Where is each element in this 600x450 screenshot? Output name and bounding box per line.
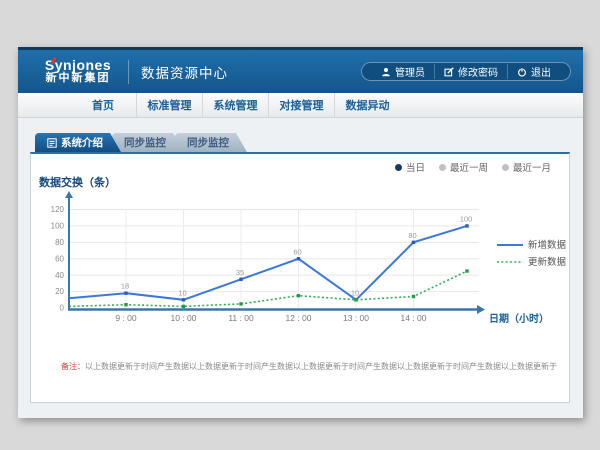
page-title: 数据资源中心 xyxy=(141,62,228,82)
nav-item[interactable]: 数据异动 xyxy=(334,93,400,117)
tab[interactable]: 同步监控 xyxy=(112,133,184,152)
svg-text:12 : 00: 12 : 00 xyxy=(286,313,312,323)
radio-dot-icon xyxy=(395,164,402,171)
desktop-background: Synjones 新中新集团 数据资源中心 管理员修改密码退出 首页标准管理系统… xyxy=(0,0,600,450)
user-button[interactable]: 管理员 xyxy=(372,64,434,79)
nav-item[interactable]: 对接管理 xyxy=(268,93,334,117)
svg-text:10: 10 xyxy=(178,288,186,297)
radio-option[interactable]: 当日 xyxy=(395,160,425,174)
footer-note: 备注：以上数据更新于时间产生数据以上数据更新于时间产生数据以上数据更新于时间产生… xyxy=(61,361,559,372)
header-divider xyxy=(128,60,129,84)
svg-text:11 : 00: 11 : 00 xyxy=(228,313,254,323)
power-icon xyxy=(517,67,527,77)
svg-text:100: 100 xyxy=(51,222,65,231)
svg-text:日期（小时）: 日期（小时） xyxy=(489,312,549,325)
svg-text:18: 18 xyxy=(121,282,129,291)
edit-icon xyxy=(444,67,454,77)
logo-text-en: Synjones xyxy=(38,58,118,73)
logout-button[interactable]: 退出 xyxy=(507,64,560,79)
svg-text:13 : 00: 13 : 00 xyxy=(343,313,369,323)
svg-text:20: 20 xyxy=(55,287,64,296)
nav-item[interactable]: 标准管理 xyxy=(136,93,202,117)
svg-text:10 : 00: 10 : 00 xyxy=(171,313,197,323)
footer-note-label: 备注： xyxy=(61,362,85,371)
svg-text:40: 40 xyxy=(55,271,64,280)
logo: Synjones 新中新集团 xyxy=(38,58,118,84)
footer-note-text: 以上数据更新于时间产生数据以上数据更新于时间产生数据以上数据更新于时间产生数据以… xyxy=(85,362,557,371)
svg-text:80: 80 xyxy=(408,231,416,240)
svg-text:14 : 00: 14 : 00 xyxy=(401,313,427,323)
svg-text:0: 0 xyxy=(60,304,65,313)
radio-dot-icon xyxy=(502,164,509,171)
svg-text:9 : 00: 9 : 00 xyxy=(115,313,137,323)
svg-text:120: 120 xyxy=(51,205,65,214)
tab[interactable]: 系统介绍 xyxy=(35,133,121,152)
logo-text-cn: 新中新集团 xyxy=(38,73,118,85)
data-exchange-line-chart: 0 20 40 60 80 100 120 9 : 00 10 : 00 11 : 00 12 : … xyxy=(31,190,571,345)
form-icon xyxy=(47,138,57,148)
svg-text:10: 10 xyxy=(351,288,359,297)
nav-item[interactable]: 首页 xyxy=(70,93,136,117)
svg-text:60: 60 xyxy=(293,247,301,256)
content-area: 系统介绍同步监控同步监控 当日最近一周最近一月 数据交换（条） 02040608… xyxy=(18,118,583,418)
radio-option[interactable]: 最近一周 xyxy=(439,160,488,174)
svg-text:新增数据: 新增数据 xyxy=(528,239,567,251)
nav-item[interactable]: 系统管理 xyxy=(202,93,268,117)
time-range-filter: 当日最近一周最近一月 xyxy=(395,160,551,174)
svg-text:100: 100 xyxy=(460,214,473,223)
tab[interactable]: 同步监控 xyxy=(175,133,247,152)
radio-option[interactable]: 最近一月 xyxy=(502,160,551,174)
svg-text:35: 35 xyxy=(236,268,244,277)
main-nav: 首页标准管理系统管理对接管理数据异动 xyxy=(18,93,583,118)
tab-bar: 系统介绍同步监控同步监控 xyxy=(35,133,238,152)
header-action-group: 管理员修改密码退出 xyxy=(361,62,571,81)
chart-y-axis-title: 数据交换（条） xyxy=(39,174,116,190)
radio-dot-icon xyxy=(439,164,446,171)
svg-text:60: 60 xyxy=(55,254,64,263)
svg-text:80: 80 xyxy=(55,238,64,247)
svg-text:更新数据: 更新数据 xyxy=(528,256,567,268)
app-window: Synjones 新中新集团 数据资源中心 管理员修改密码退出 首页标准管理系统… xyxy=(18,47,583,418)
change-password-button[interactable]: 修改密码 xyxy=(434,64,507,79)
header: Synjones 新中新集团 数据资源中心 管理员修改密码退出 xyxy=(18,50,583,93)
user-icon xyxy=(381,67,391,77)
chart-panel: 当日最近一周最近一月 数据交换（条） 0 20 40 60 80 100 120 9 : 00… xyxy=(30,152,570,403)
